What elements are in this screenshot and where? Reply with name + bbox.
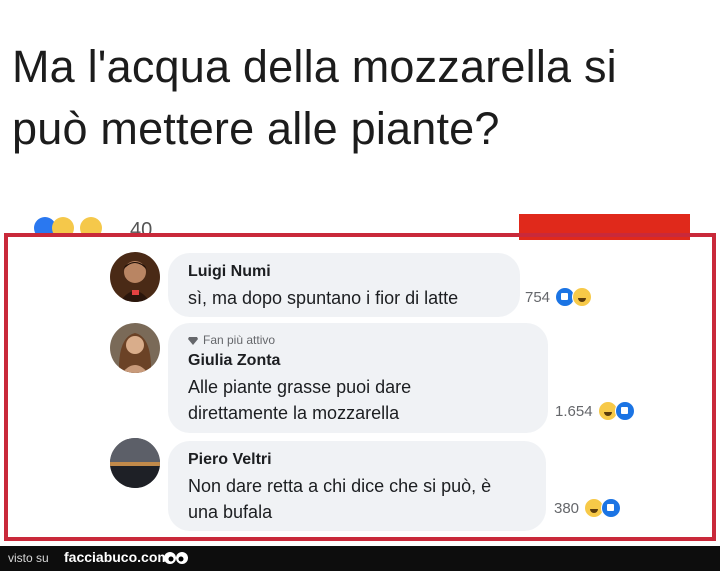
- comment-text: sì, ma dopo spuntano i fior di latte: [188, 288, 459, 308]
- fan-badge: Fan più attivo: [188, 333, 275, 347]
- haha-icon: [572, 287, 593, 307]
- post-text-line: può mettere alle piante?: [12, 103, 500, 154]
- reaction-count: 380: [554, 499, 580, 517]
- post-reactions[interactable]: 40: [34, 213, 184, 235]
- comment-text-line: Alle piante grasse puoi dare: [188, 377, 412, 397]
- diamond-icon: [188, 336, 198, 345]
- comment-reactions[interactable]: 1.654: [555, 401, 635, 421]
- comment-author[interactable]: Luigi Numi: [188, 263, 271, 281]
- facciabuco-logo-icon: [164, 552, 188, 564]
- comment-text-line: Non dare retta a chi dice che si può, è: [188, 476, 492, 496]
- comment-text-line: una bufala: [188, 502, 273, 522]
- comment-reactions[interactable]: 380: [554, 498, 622, 518]
- avatar[interactable]: [110, 438, 160, 488]
- comment-text: Alle piante grasse puoi dare direttament…: [188, 374, 411, 426]
- site-link[interactable]: facciabuco.com: [64, 549, 170, 565]
- avatar[interactable]: [110, 252, 160, 302]
- reaction-count: 754: [525, 288, 551, 306]
- post-text-line: Ma l'acqua della mozzarella si: [12, 41, 617, 92]
- comment-author[interactable]: Giulia Zonta: [188, 352, 280, 370]
- footer-bar: visto su facciabuco.com: [0, 546, 720, 571]
- like-icon: [601, 498, 622, 518]
- post-text: Ma l'acqua della mozzarella si può mette…: [12, 36, 712, 160]
- like-icon: [614, 401, 635, 421]
- comment-text: Non dare retta a chi dice che si può, è …: [188, 473, 491, 525]
- comment-author[interactable]: Piero Veltri: [188, 451, 272, 469]
- reaction-count: 1.654: [555, 402, 593, 420]
- avatar[interactable]: [110, 323, 160, 373]
- comment-reactions[interactable]: 754: [525, 287, 593, 307]
- fan-badge-label: Fan più attivo: [203, 333, 276, 347]
- visto-su-label: visto su: [8, 551, 49, 565]
- comment-text-line: direttamente la mozzarella: [188, 403, 400, 423]
